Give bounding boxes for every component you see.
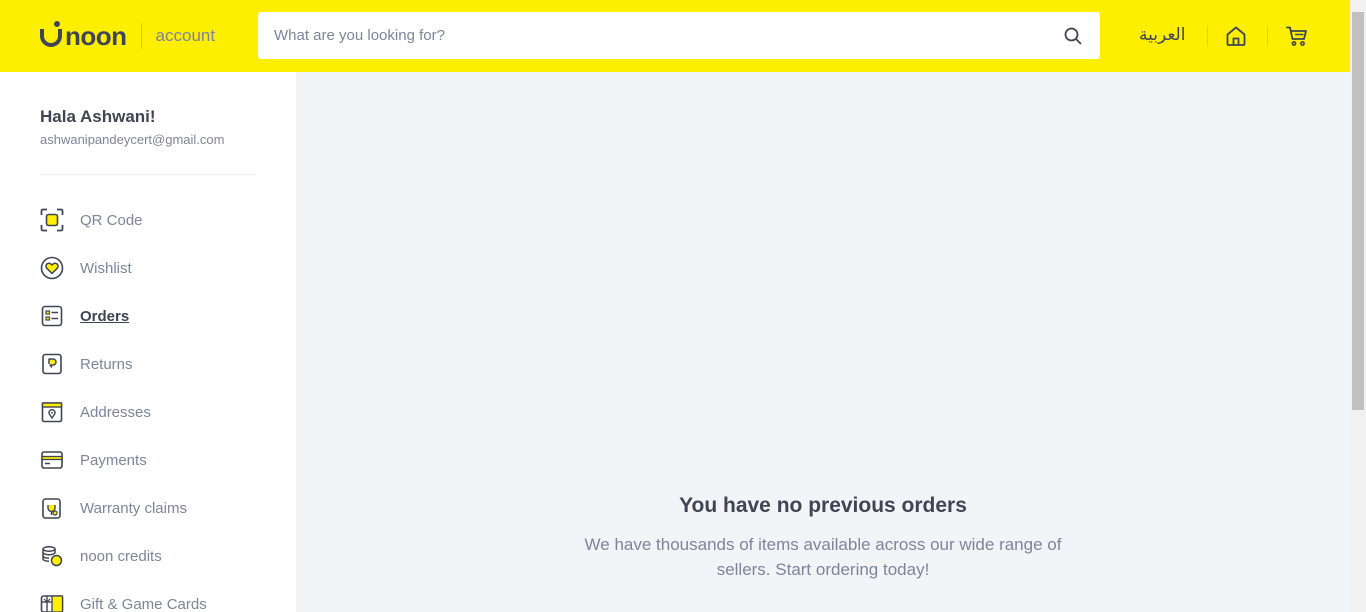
top-header: noon account العربية xyxy=(0,0,1350,72)
logo-divider xyxy=(140,23,142,49)
cart-icon[interactable] xyxy=(1285,24,1309,48)
address-icon xyxy=(40,400,64,424)
user-greeting: Hala Ashwani! xyxy=(40,107,156,126)
sidebar-item-label: QR Code xyxy=(80,211,143,229)
sidebar-item-orders[interactable]: Orders xyxy=(40,292,207,340)
account-sidebar: Hala Ashwani! ashwanipandeycert@gmail.co… xyxy=(0,72,296,612)
sidebar-item-label: Returns xyxy=(80,355,133,373)
sidebar-item-label: Addresses xyxy=(80,403,151,421)
logo-text: noon xyxy=(65,20,127,51)
sidebar-item-label: Wishlist xyxy=(80,259,132,277)
sidebar-item-label: Warranty claims xyxy=(80,499,187,517)
search-bar xyxy=(258,12,1100,59)
sidebar-item-warranty-claims[interactable]: Warranty claims xyxy=(40,484,207,532)
page-scrollbar[interactable] xyxy=(1350,0,1366,612)
card-icon xyxy=(40,448,64,472)
scrollbar-thumb[interactable] xyxy=(1352,12,1364,410)
sidebar-item-payments[interactable]: Payments xyxy=(40,436,207,484)
sidebar-item-addresses[interactable]: Addresses xyxy=(40,388,207,436)
coins-icon xyxy=(40,544,64,568)
heart-icon xyxy=(40,256,64,280)
account-nav: QR Code Wishlist Orders Returns Addresse… xyxy=(40,196,207,612)
sidebar-divider xyxy=(40,174,256,175)
noon-logo[interactable]: noon account xyxy=(40,20,215,52)
sidebar-item-qr-code[interactable]: QR Code xyxy=(40,196,207,244)
header-divider xyxy=(1267,26,1268,46)
search-input[interactable] xyxy=(274,27,1062,44)
empty-orders-description: We have thousands of items available acr… xyxy=(584,535,1062,579)
home-icon[interactable] xyxy=(1224,24,1248,48)
header-divider xyxy=(1207,26,1208,46)
search-icon[interactable] xyxy=(1062,25,1084,47)
returns-icon xyxy=(40,352,64,376)
qr-code-icon xyxy=(40,208,64,232)
empty-orders-title: You have no previous orders xyxy=(679,494,967,517)
sidebar-item-wishlist[interactable]: Wishlist xyxy=(40,244,207,292)
sidebar-item-label: Gift & Game Cards xyxy=(80,595,207,612)
logo-mark-icon xyxy=(40,21,62,47)
orders-main: You have no previous orders We have thou… xyxy=(296,72,1350,612)
orders-icon xyxy=(40,304,64,328)
warranty-icon xyxy=(40,496,64,520)
logo-subtitle: account xyxy=(155,26,216,45)
language-switch[interactable]: العربية xyxy=(1139,25,1185,45)
gift-card-icon xyxy=(40,592,64,612)
user-email: ashwanipandeycert@gmail.com xyxy=(40,132,225,147)
sidebar-item-label: Orders xyxy=(80,307,130,325)
sidebar-item-label: noon credits xyxy=(80,547,162,565)
sidebar-item-gift-cards[interactable]: Gift & Game Cards xyxy=(40,580,207,612)
logo-wordmark: noon xyxy=(40,21,127,52)
sidebar-item-returns[interactable]: Returns xyxy=(40,340,207,388)
sidebar-item-label: Payments xyxy=(80,451,147,469)
sidebar-item-noon-credits[interactable]: noon credits xyxy=(40,532,207,580)
